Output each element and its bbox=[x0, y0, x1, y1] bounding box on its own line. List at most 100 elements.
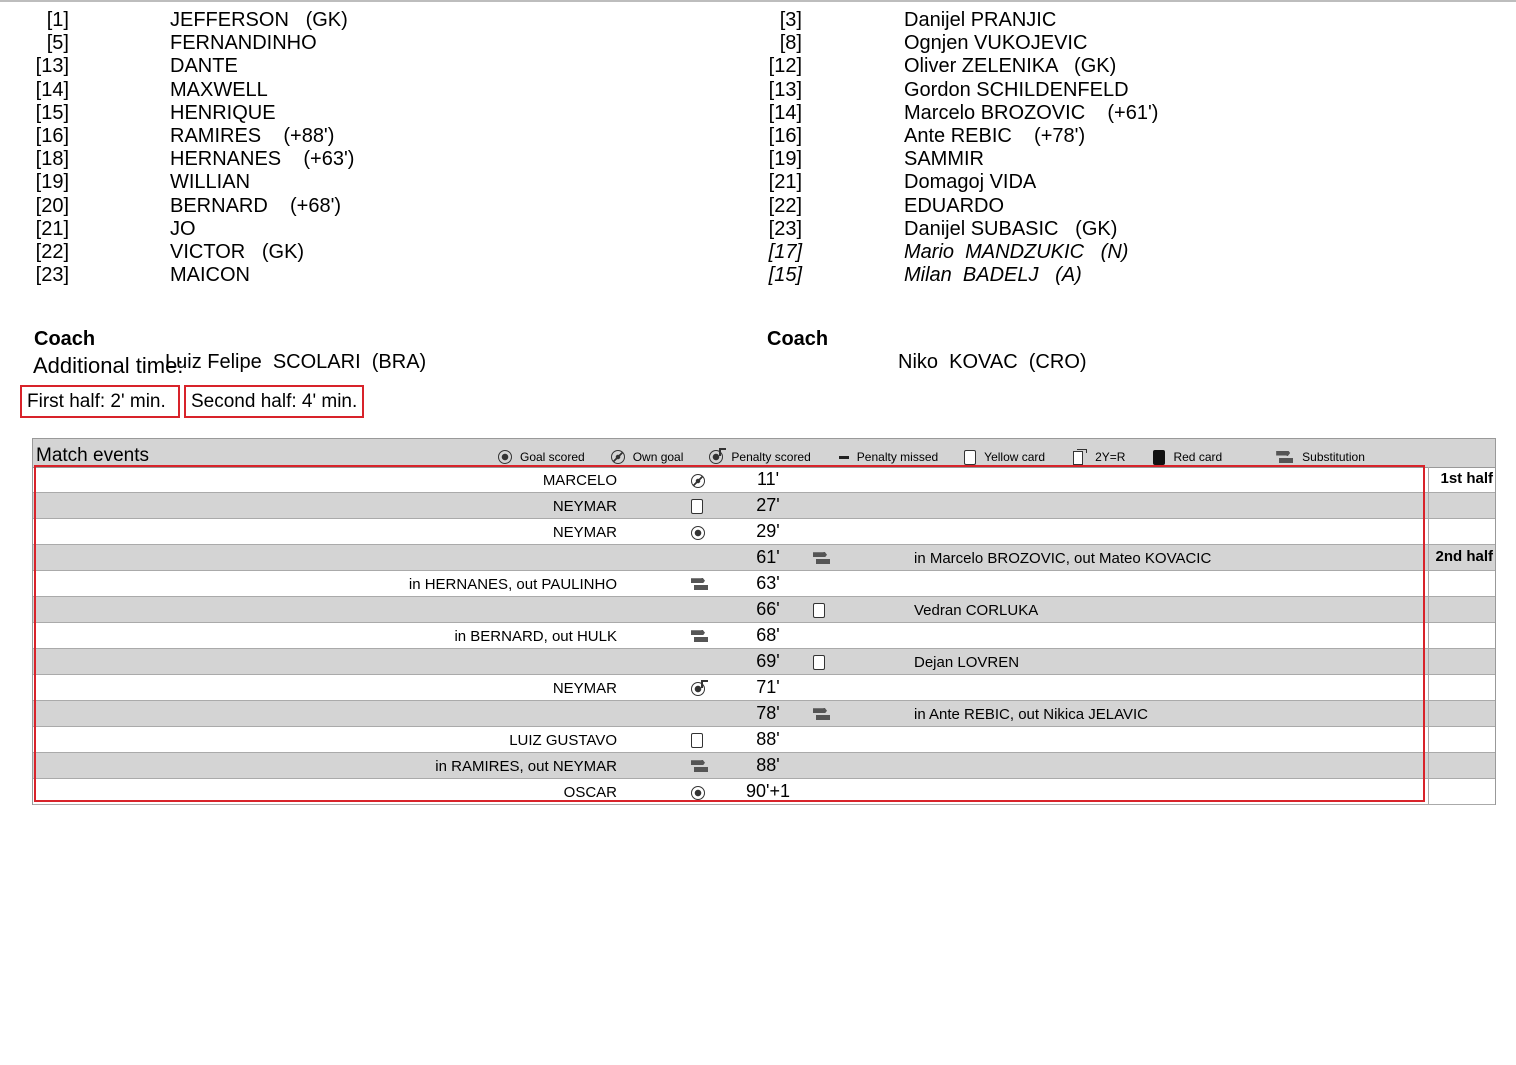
left-sub-name: JEFFERSON (GK) bbox=[170, 9, 348, 31]
event-minute: 69' bbox=[756, 651, 780, 671]
right-sub-name: Ognjen VUKOJEVIC bbox=[904, 32, 1088, 55]
event-left-icon-wrap bbox=[691, 679, 708, 698]
left-sub-name: RAMIRES (+88') bbox=[170, 125, 335, 147]
own-goal-icon bbox=[610, 450, 625, 464]
left-sub-number: [13] bbox=[35, 55, 69, 78]
yellow-card-icon bbox=[691, 733, 703, 749]
legend-item: Penalty scored bbox=[709, 448, 811, 464]
event-minute: 11' bbox=[756, 469, 780, 489]
event-left-icon-wrap bbox=[691, 628, 709, 646]
right-coach: Coach Niko KOVAC (CRO) bbox=[0, 305, 1200, 373]
coach-label: Coach bbox=[767, 328, 829, 350]
right-sub-number: [12] bbox=[768, 55, 802, 78]
event-legend: Goal scored Own goal Penalty scored Penalty… bbox=[498, 448, 1365, 465]
right-sub-name: EDUARDO bbox=[904, 194, 1005, 217]
yellow-card-icon bbox=[691, 499, 703, 515]
match-events-header: Match events Goal scored Own goal Penalty … bbox=[33, 439, 1495, 468]
left-sub-name: HERNANES (+63') bbox=[170, 148, 355, 171]
right-sub-name: Danijel PRANJIC bbox=[904, 9, 1057, 31]
yellow-card-icon bbox=[964, 449, 977, 465]
penalty-missed-icon bbox=[838, 455, 849, 459]
right-sub-number: [3] bbox=[779, 9, 802, 31]
own-goal-icon bbox=[691, 473, 705, 488]
right-sub-name: Milan BADELJ (A) bbox=[904, 264, 1082, 287]
event-minute: 88' bbox=[756, 729, 780, 749]
right-sub-name: Oliver ZELENIKA (GK) bbox=[904, 55, 1117, 78]
left-sub-number: [19] bbox=[35, 171, 69, 194]
right-sub-number: [22] bbox=[768, 194, 802, 217]
left-sub-name: MAXWELL bbox=[170, 78, 268, 101]
event-half-label: 1st half bbox=[1440, 470, 1493, 487]
legend-label: Own goal bbox=[632, 450, 684, 464]
event-right-icon-wrap bbox=[813, 706, 831, 724]
event-minute: 88' bbox=[756, 755, 780, 775]
event-row: 61' in Marcelo BROZOVIC, out Mateo KOVACI… bbox=[33, 545, 1495, 571]
left-sub-number: [15] bbox=[35, 101, 69, 124]
event-row: in RAMIRES, out NEYMAR 88' bbox=[33, 753, 1495, 779]
goal-scored-icon bbox=[691, 785, 705, 800]
coach-label: Coach bbox=[34, 328, 96, 350]
goal-scored-icon bbox=[498, 450, 512, 464]
event-left-team-text: NEYMAR bbox=[552, 498, 617, 515]
match-events-title: Match events bbox=[36, 445, 149, 466]
left-sub-name: DANTE bbox=[170, 55, 238, 78]
legend-label: Goal scored bbox=[520, 450, 585, 464]
substitution-icon bbox=[813, 552, 831, 565]
right-sub-number: [23] bbox=[768, 217, 802, 240]
event-minute: 66' bbox=[756, 599, 780, 619]
event-left-icon-wrap bbox=[691, 784, 705, 802]
left-sub-number: [14] bbox=[35, 78, 69, 101]
page-top-rule bbox=[0, 0, 1516, 2]
event-minute: 29' bbox=[756, 521, 780, 541]
legend-item: Yellow card bbox=[964, 449, 1045, 465]
event-minute: 78' bbox=[756, 703, 780, 723]
legend-item: 2Y=R bbox=[1073, 449, 1125, 465]
left-sub-name: WILLIAN bbox=[170, 171, 251, 194]
event-left-icon-wrap bbox=[691, 732, 703, 750]
left-sub-name: HENRIQUE bbox=[170, 101, 276, 124]
event-left-icon-wrap bbox=[691, 576, 709, 594]
right-sub-name: SAMMIR bbox=[904, 148, 984, 171]
event-right-team-text: in Marcelo BROZOVIC, out Mateo KOVACIC bbox=[914, 550, 1212, 567]
legend-label: 2Y=R bbox=[1095, 450, 1126, 464]
event-right-team-text: Dejan LOVREN bbox=[914, 654, 1020, 671]
right-sub-number: [16] bbox=[768, 125, 802, 147]
legend-item: Own goal bbox=[610, 450, 684, 464]
event-minute: 90'+1 bbox=[746, 781, 790, 801]
substitution-icon bbox=[691, 630, 709, 643]
event-minute: 68' bbox=[756, 625, 780, 645]
legend-label: Penalty missed bbox=[856, 450, 939, 464]
event-left-team-text: NEYMAR bbox=[552, 524, 617, 541]
event-left-team-text: OSCAR bbox=[563, 784, 617, 801]
left-sub-number: [20] bbox=[35, 194, 69, 217]
left-sub-name: FERNANDINHO bbox=[170, 32, 317, 55]
right-sub-name: Danijel SUBASIC (GK) bbox=[904, 217, 1118, 240]
event-row: MARCELO 11' 1st half bbox=[33, 467, 1495, 493]
right-sub-number: [19] bbox=[768, 148, 802, 171]
event-right-icon-wrap bbox=[813, 654, 825, 672]
event-left-team-text: MARCELO bbox=[542, 472, 617, 489]
event-row: NEYMAR 29' bbox=[33, 519, 1495, 545]
left-sub-number: [1] bbox=[46, 9, 69, 31]
right-sub-name: Gordon SCHILDENFELD bbox=[904, 78, 1129, 101]
event-left-icon-wrap bbox=[691, 498, 703, 516]
legend-item: Penalty missed bbox=[838, 450, 939, 464]
substitution-icon bbox=[691, 760, 709, 773]
penalty-scored-icon bbox=[691, 679, 708, 696]
right-sub-name: Marcelo BROZOVIC (+61') bbox=[904, 101, 1159, 124]
right-sub-number: [17] bbox=[768, 241, 802, 263]
red-card-icon bbox=[1153, 449, 1166, 465]
event-left-icon-wrap bbox=[691, 758, 709, 776]
event-row: NEYMAR 71' bbox=[33, 675, 1495, 701]
substitution-icon bbox=[691, 578, 709, 591]
left-sub-number: [16] bbox=[35, 125, 69, 147]
left-sub-number: [21] bbox=[35, 217, 69, 240]
legend-label: Red card bbox=[1173, 450, 1223, 464]
half-column-divider bbox=[1428, 467, 1429, 804]
event-right-icon-wrap bbox=[813, 550, 831, 568]
event-left-team-text: in RAMIRES, out NEYMAR bbox=[435, 758, 617, 775]
left-sub-number: [23] bbox=[35, 264, 69, 287]
event-minute: 63' bbox=[756, 573, 780, 593]
event-row: 66' Vedran CORLUKA bbox=[33, 597, 1495, 623]
legend-label: Substitution bbox=[1302, 450, 1365, 464]
